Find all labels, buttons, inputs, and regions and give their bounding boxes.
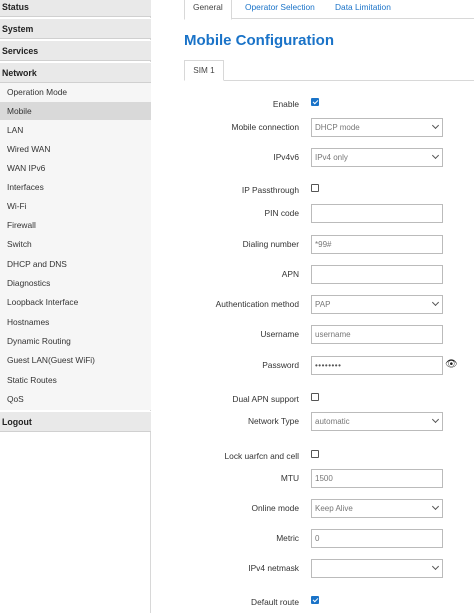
- mobile-connection-select[interactable]: DHCP mode: [311, 118, 443, 137]
- row-default-route: Default route: [152, 593, 474, 613]
- online-mode-select[interactable]: Keep Alive: [311, 499, 443, 518]
- pin-code-input[interactable]: [311, 204, 443, 223]
- sidebar-item-dynamic-routing[interactable]: Dynamic Routing: [0, 332, 151, 351]
- row-ipv4v6: IPv4v6 IPv4 only: [152, 148, 474, 168]
- sidebar-item-diagnostics[interactable]: Diagnostics: [0, 274, 151, 293]
- sidebar-item-qos[interactable]: QoS: [0, 390, 151, 409]
- password-input[interactable]: ••••••••: [311, 356, 443, 375]
- metric-input[interactable]: 0: [311, 529, 443, 548]
- row-password: Password •••••••• 👁: [152, 356, 474, 376]
- dialing-number-label: Dialing number: [242, 239, 299, 249]
- auth-method-label: Authentication method: [215, 299, 299, 309]
- row-username: Username username: [152, 325, 474, 345]
- network-type-label: Network Type: [247, 416, 299, 426]
- dual-apn-checkbox[interactable]: [311, 393, 319, 401]
- tab-general[interactable]: General: [184, 0, 232, 20]
- network-type-select[interactable]: automatic: [311, 412, 443, 431]
- row-dual-apn: Dual APN support: [152, 390, 474, 410]
- row-network-type: Network Type automatic: [152, 412, 474, 432]
- tab-data-limitation[interactable]: Data Limitation: [335, 0, 391, 19]
- sidebar-section-system[interactable]: System: [0, 18, 151, 39]
- tab-bar: General Operator Selection Data Limitati…: [184, 0, 474, 20]
- ipv4v6-select[interactable]: IPv4 only: [311, 148, 443, 167]
- sidebar-item-static-routes[interactable]: Static Routes: [0, 371, 151, 390]
- mtu-input[interactable]: 1500: [311, 469, 443, 488]
- row-pin-code: PIN code: [152, 204, 474, 224]
- ip-passthrough-label: IP Passthrough: [241, 185, 299, 195]
- eye-icon[interactable]: 👁: [445, 359, 458, 370]
- ipv4v6-label: IPv4v6: [273, 152, 299, 162]
- row-mobile-connection: Mobile connection DHCP mode: [152, 118, 474, 138]
- auth-method-select[interactable]: PAP: [311, 295, 443, 314]
- password-label: Password: [262, 360, 299, 370]
- sidebar-item-switch[interactable]: Switch: [0, 235, 151, 254]
- enable-checkbox[interactable]: [311, 98, 319, 106]
- metric-label: Metric: [276, 533, 299, 543]
- username-label: Username: [260, 329, 299, 339]
- tab-sim-1[interactable]: SIM 1: [184, 60, 224, 81]
- ip-passthrough-checkbox[interactable]: [311, 184, 319, 192]
- apn-input[interactable]: [311, 265, 443, 284]
- dialing-number-input[interactable]: *99#: [311, 235, 443, 254]
- online-mode-label: Online mode: [251, 503, 300, 513]
- row-auth-method: Authentication method PAP: [152, 295, 474, 315]
- row-ipv4-netmask: IPv4 netmask: [152, 559, 474, 579]
- mtu-label: MTU: [280, 473, 299, 483]
- sidebar-section-status[interactable]: Status: [0, 0, 151, 17]
- ipv4-netmask-select[interactable]: [311, 559, 443, 578]
- sidebar-item-wifi[interactable]: Wi-Fi: [0, 197, 151, 216]
- sim-tab-bar: [184, 80, 474, 81]
- sidebar-item-wan-ipv6[interactable]: WAN IPv6: [0, 159, 151, 178]
- sidebar-item-loopback-interface[interactable]: Loopback Interface: [0, 293, 151, 312]
- mobile-connection-label: Mobile connection: [231, 122, 299, 132]
- lock-uarfcn-checkbox[interactable]: [311, 450, 319, 458]
- sidebar-section-services[interactable]: Services: [0, 40, 151, 61]
- row-metric: Metric 0: [152, 529, 474, 549]
- row-ip-passthrough: IP Passthrough: [152, 181, 474, 201]
- ipv4-netmask-label: IPv4 netmask: [248, 563, 299, 573]
- row-lock-uarfcn: Lock uarfcn and cell: [152, 447, 474, 467]
- tab-operator-selection[interactable]: Operator Selection: [245, 0, 315, 19]
- sidebar-item-operation-mode[interactable]: Operation Mode: [0, 83, 151, 102]
- row-online-mode: Online mode Keep Alive: [152, 499, 474, 519]
- sidebar-item-mobile[interactable]: Mobile: [0, 102, 151, 121]
- row-dialing-number: Dialing number *99#: [152, 235, 474, 255]
- username-input[interactable]: username: [311, 325, 443, 344]
- main-content: General Operator Selection Data Limitati…: [152, 0, 474, 613]
- sidebar-item-lan[interactable]: LAN: [0, 121, 151, 140]
- row-apn: APN: [152, 265, 474, 285]
- sidebar-item-guest-lan[interactable]: Guest LAN(Guest WiFi): [0, 351, 151, 370]
- default-route-checkbox[interactable]: [311, 596, 319, 604]
- enable-label: Enable: [272, 99, 299, 109]
- pin-code-label: PIN code: [264, 208, 299, 218]
- sidebar-section-logout[interactable]: Logout: [0, 411, 151, 432]
- sidebar-section-network[interactable]: Network: [0, 62, 151, 83]
- lock-uarfcn-label: Lock uarfcn and cell: [224, 451, 300, 461]
- sidebar: Status System Services Network Operation…: [0, 0, 151, 613]
- sidebar-item-hostnames[interactable]: Hostnames: [0, 313, 151, 332]
- row-enable: Enable: [152, 95, 474, 115]
- page-title: Mobile Configuration: [184, 32, 334, 49]
- default-route-label: Default route: [251, 597, 299, 607]
- apn-label: APN: [281, 269, 299, 279]
- sidebar-item-interfaces[interactable]: Interfaces: [0, 178, 151, 197]
- dual-apn-label: Dual APN support: [232, 394, 299, 404]
- row-mtu: MTU 1500: [152, 469, 474, 489]
- sidebar-item-dhcp-dns[interactable]: DHCP and DNS: [0, 255, 151, 274]
- sidebar-item-firewall[interactable]: Firewall: [0, 216, 151, 235]
- sidebar-item-wired-wan[interactable]: Wired WAN: [0, 140, 151, 159]
